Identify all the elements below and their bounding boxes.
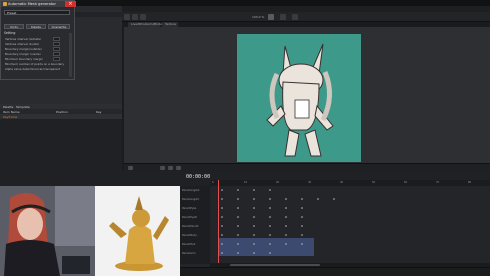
- ruler-tick: 70: [436, 180, 440, 184]
- ruler-tick: 30: [308, 180, 312, 184]
- track-name[interactable]: ParamAngleY: [182, 198, 199, 201]
- main-toolbar: 100.0 %: [120, 12, 490, 22]
- magic-wand-icon[interactable]: [280, 14, 286, 20]
- webcam-feed: [0, 186, 95, 276]
- setting-margin-inside-field[interactable]: [53, 52, 60, 56]
- webcam-overlay: [0, 186, 95, 276]
- close-icon[interactable]: ×: [65, 1, 76, 7]
- ruler-tick: 60: [404, 180, 408, 184]
- track-name[interactable]: ParamHair: [182, 243, 196, 246]
- track-name[interactable]: ParamArm: [182, 252, 196, 255]
- setting-vertices-inside: Vertices interval (inside): [5, 42, 40, 46]
- setting-min-points: Minimum number of points on a boundary: [5, 62, 65, 66]
- ruler-tick: 80: [468, 180, 472, 184]
- timecode-display: 00:00:00: [186, 174, 211, 180]
- track-name[interactable]: ParamEyeL: [182, 207, 196, 210]
- track-name[interactable]: ParamBody: [182, 234, 197, 237]
- play-icon[interactable]: [168, 166, 173, 170]
- track-name[interactable]: ParamEyeR: [182, 216, 197, 219]
- setting-vertices-outside-field[interactable]: [53, 37, 60, 41]
- loop-icon[interactable]: [128, 166, 133, 170]
- character-illustration: [266, 43, 334, 157]
- scrollbar-thumb[interactable]: [230, 264, 320, 266]
- row-label: Keyframe: [3, 115, 18, 119]
- ruler-tick: 10: [244, 180, 248, 184]
- status-bar: [180, 267, 490, 276]
- setting-margin-outside-field[interactable]: [53, 47, 60, 51]
- dialog-title: Automatic Mesh generator: [8, 2, 56, 6]
- tab-palette[interactable]: Palette: [3, 105, 13, 109]
- app-icon: [3, 2, 7, 6]
- setting-vertices-outside: Vertices interval (outside): [5, 37, 42, 41]
- setting-min-margin: Minimum boundary margin: [5, 57, 43, 61]
- model-preview: [95, 186, 180, 276]
- setting-header: Setting: [4, 31, 16, 35]
- track-name[interactable]: ParamMouth: [182, 225, 198, 228]
- open-folder-icon[interactable]: [132, 14, 138, 20]
- ruler-tick: 20: [276, 180, 280, 184]
- pen-icon[interactable]: [268, 14, 274, 20]
- mesh-generator-dialog: Automatic Mesh generator × Preset Undo D…: [0, 0, 76, 80]
- artboard[interactable]: [237, 34, 361, 162]
- new-file-icon[interactable]: [124, 14, 130, 20]
- dialog-titlebar[interactable]: Automatic Mesh generator ×: [1, 1, 76, 7]
- setting-vertices-inside-field[interactable]: [53, 42, 60, 46]
- skip-back-icon[interactable]: [160, 166, 165, 170]
- tab-template[interactable]: Template: [16, 105, 30, 109]
- eyedropper-icon[interactable]: [292, 14, 298, 20]
- setting-margin-inside: Boundary margin (inside): [5, 52, 41, 56]
- track-list: ParamAngleX ParamAngleY ParamEyeL ParamE…: [180, 186, 210, 264]
- setting-min-margin-field[interactable]: [53, 57, 60, 61]
- setting-margin-outside: Boundary margin(outside): [5, 47, 42, 51]
- undo-button[interactable]: Undo: [4, 24, 24, 29]
- zoom-readout: 100.0 %: [252, 15, 265, 19]
- track-name[interactable]: ParamAngleX: [182, 189, 199, 192]
- keyframe-grid[interactable]: [210, 186, 490, 262]
- ruler-tick: 50: [372, 180, 376, 184]
- playback-bar: [124, 163, 490, 171]
- playhead[interactable]: [218, 180, 219, 266]
- save-icon[interactable]: [140, 14, 146, 20]
- table-row[interactable]: Keyframe: [0, 114, 122, 119]
- settings-scrollbar[interactable]: [69, 33, 72, 77]
- skip-forward-icon[interactable]: [176, 166, 181, 170]
- golden-figure-image: [109, 196, 169, 271]
- ruler-tick: 40: [340, 180, 344, 184]
- overwrite-button[interactable]: Overwrite: [48, 24, 70, 29]
- delete-button[interactable]: Delete: [26, 24, 46, 29]
- setting-alpha: Alpha value determined as transparent: [5, 67, 60, 71]
- ruler-tick: 0: [212, 180, 214, 184]
- preset-dropdown[interactable]: Preset: [4, 10, 70, 15]
